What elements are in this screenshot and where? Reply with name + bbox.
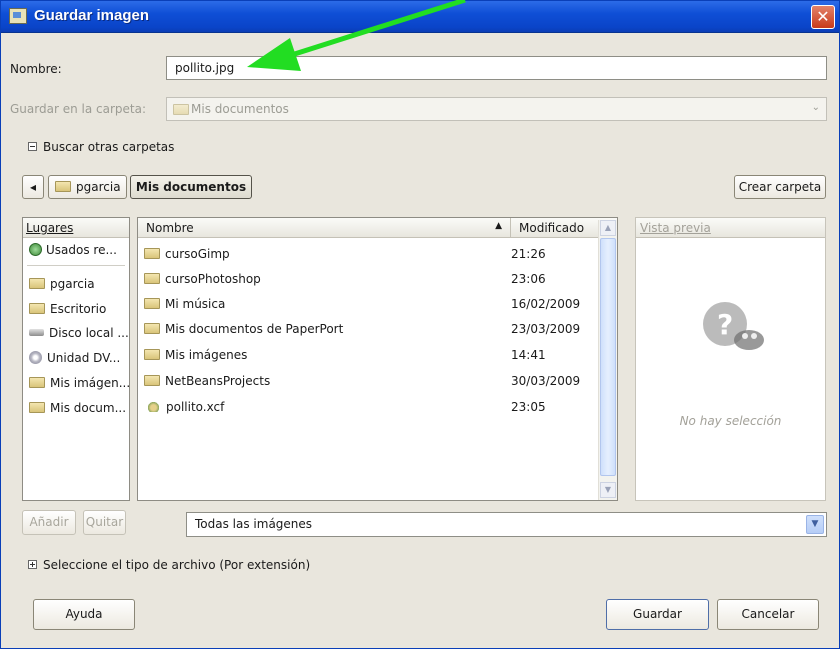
file-type-label: Seleccione el tipo de archivo (Por exten…: [43, 558, 311, 572]
folder-icon: [144, 323, 160, 334]
annotation-arrow: [247, 0, 466, 71]
file-type-expander[interactable]: Seleccione el tipo de archivo (Por exten…: [28, 558, 310, 572]
scroll-down-arrow-icon[interactable]: ▼: [600, 482, 616, 498]
file-modified: 16/02/2009: [511, 297, 581, 311]
file-list-panel: Nombre ▲ Modificado cursoGimp 21:26 curs…: [137, 217, 618, 501]
place-recent[interactable]: Usados re...: [29, 238, 117, 263]
place-dvd[interactable]: Unidad DV...: [29, 346, 120, 371]
path-back-button[interactable]: ◂: [22, 175, 44, 199]
column-header-name[interactable]: Nombre ▲: [138, 218, 510, 238]
chevron-down-icon[interactable]: ▼: [806, 515, 824, 534]
file-list-scrollbar[interactable]: ▲ ▼: [598, 220, 617, 500]
file-filter-value: Todas las imágenes: [195, 517, 313, 531]
file-modified: 23:05: [511, 400, 546, 414]
file-modified: 30/03/2009: [511, 374, 581, 388]
place-pgarcia[interactable]: pgarcia: [29, 272, 95, 297]
folder-icon: [29, 303, 45, 314]
recent-icon: [29, 243, 42, 256]
file-row[interactable]: NetBeansProjects: [144, 369, 270, 394]
file-modified: 23:06: [511, 272, 546, 286]
folder-icon: [144, 349, 160, 360]
file-row[interactable]: cursoPhotoshop: [144, 267, 261, 292]
file-row[interactable]: cursoGimp: [144, 242, 230, 267]
preview-panel: Vista previa ? No hay selección: [635, 217, 826, 501]
remove-bookmark-button: Quitar: [83, 510, 126, 535]
place-local-disk[interactable]: Disco local ...: [29, 321, 129, 346]
scroll-up-arrow-icon[interactable]: ▲: [600, 220, 616, 236]
folder-icon: [29, 278, 45, 289]
folder-icon: [144, 298, 160, 309]
save-button[interactable]: Guardar: [606, 599, 709, 630]
expand-icon: [28, 560, 37, 569]
places-panel: Lugares Usados re... pgarcia Escritorio …: [22, 217, 130, 501]
file-row[interactable]: pollito.xcf: [144, 395, 224, 420]
scroll-thumb[interactable]: [600, 238, 616, 476]
dvd-icon: [29, 351, 42, 364]
browse-folders-label: Buscar otras carpetas: [43, 140, 175, 154]
file-row[interactable]: Mis documentos de PaperPort: [144, 317, 343, 342]
collapse-icon: [28, 142, 37, 151]
place-my-documents[interactable]: Mis docum...: [29, 396, 126, 421]
folder-icon: [144, 248, 160, 259]
place-my-pictures[interactable]: Mis imágen...: [29, 371, 129, 396]
help-button[interactable]: Ayuda: [33, 599, 135, 630]
place-desktop[interactable]: Escritorio: [29, 297, 106, 322]
column-header-modified[interactable]: Modificado: [510, 218, 596, 238]
folder-icon: [144, 273, 160, 284]
cancel-button[interactable]: Cancelar: [717, 599, 819, 630]
gimp-mascot-icon: ?: [703, 302, 764, 350]
file-modified: 23/03/2009: [511, 322, 581, 336]
crumb-mis-documentos[interactable]: Mis documentos: [130, 175, 252, 199]
harddisk-icon: [29, 329, 44, 336]
file-filter-combo[interactable]: Todas las imágenes ▼: [186, 512, 827, 537]
left-arrow-icon: ◂: [29, 180, 37, 194]
file-modified: 14:41: [511, 348, 546, 362]
xcf-file-icon: [147, 401, 160, 412]
file-modified: 21:26: [511, 247, 546, 261]
no-selection-text: No hay selección: [679, 414, 782, 428]
folder-icon: [29, 377, 45, 388]
places-header[interactable]: Lugares: [23, 218, 129, 238]
add-bookmark-button: Añadir: [22, 510, 76, 535]
preview-header: Vista previa: [636, 218, 825, 238]
folder-icon: [55, 181, 71, 192]
folder-icon: [29, 402, 45, 413]
file-row[interactable]: Mi música: [144, 292, 225, 317]
sort-ascending-icon: ▲: [495, 221, 502, 231]
folder-icon: [144, 375, 160, 386]
crumb-pgarcia[interactable]: pgarcia: [48, 175, 127, 199]
file-row[interactable]: Mis imágenes: [144, 343, 247, 368]
places-separator: [27, 265, 125, 266]
create-folder-button[interactable]: Crear carpeta: [734, 175, 826, 199]
svg-text:?: ?: [717, 308, 733, 341]
browse-folders-expander[interactable]: Buscar otras carpetas: [28, 140, 174, 154]
